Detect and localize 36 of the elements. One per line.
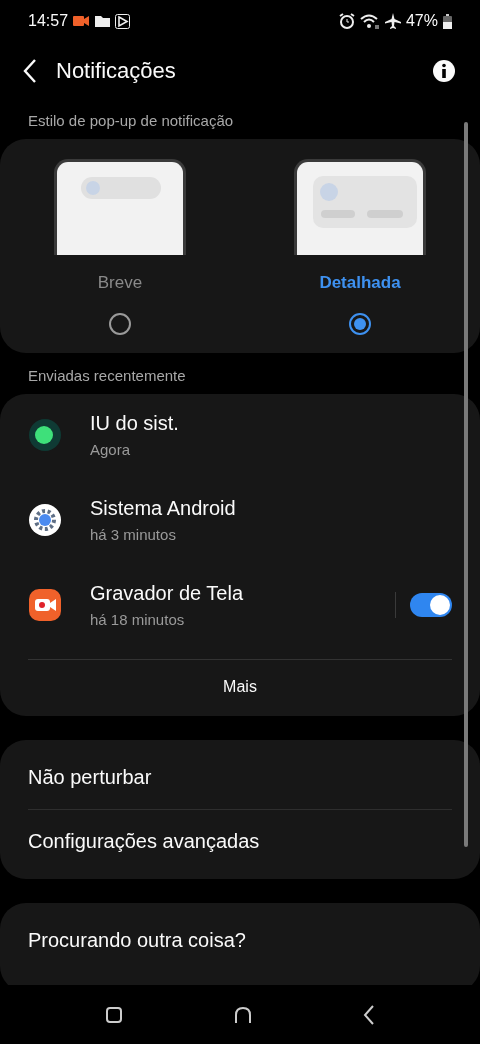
more-button[interactable]: Mais (203, 660, 277, 716)
section-label: Estilo de pop-up de notificação (27, 112, 235, 131)
play-store-icon (115, 13, 131, 29)
option-label: Breve (97, 273, 143, 293)
folder-icon (95, 15, 111, 27)
app-time: há 3 minutos (90, 525, 177, 543)
home-icon[interactable] (234, 1005, 252, 1024)
recent-apps-icon[interactable] (105, 1005, 124, 1024)
alarm-icon (338, 13, 355, 29)
settings-item[interactable]: Configurações avançadas (0, 810, 480, 873)
app-name[interactable]: Gravador de Tela (90, 581, 395, 605)
radio-button[interactable] (109, 313, 131, 335)
battery-icon (443, 13, 452, 29)
battery-level: 47% (405, 12, 438, 30)
scrollbar[interactable] (464, 122, 468, 847)
option-label: Detalhada (319, 273, 401, 293)
toggle-switch[interactable] (410, 592, 452, 617)
back-icon[interactable] (362, 1003, 375, 1026)
dot-icon (28, 417, 62, 452)
app-time: Agora (90, 440, 132, 458)
footer-title: Procurando outra coisa? (28, 929, 247, 952)
section-label: Enviadas recentemente (27, 366, 187, 386)
app-name[interactable]: Sistema Android (90, 496, 452, 520)
wifi-icon (359, 13, 380, 29)
app-name[interactable]: IU do sist. (90, 411, 452, 435)
info-icon[interactable] (432, 59, 456, 83)
airplane-icon (384, 13, 401, 29)
page-title: Notificações (56, 58, 176, 84)
back-icon[interactable] (22, 58, 38, 84)
video-camera-icon (28, 587, 62, 622)
video-camera-icon (73, 15, 91, 27)
gear-icon (28, 502, 62, 537)
status-time: 14:57 (28, 12, 69, 30)
app-time: há 18 minutos (90, 610, 186, 628)
settings-item[interactable]: Não perturbar (0, 746, 480, 809)
radio-button[interactable] (349, 313, 371, 335)
